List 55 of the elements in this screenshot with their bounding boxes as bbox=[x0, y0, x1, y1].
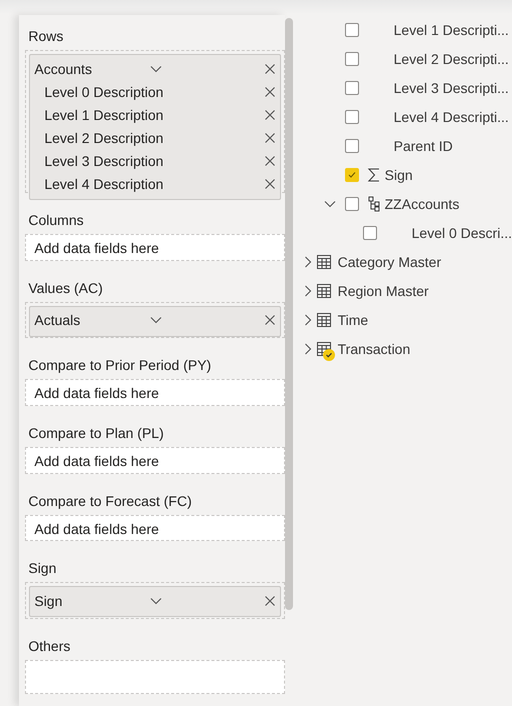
checkbox[interactable] bbox=[362, 226, 377, 240]
well-label: Sign bbox=[27, 559, 58, 578]
field-name: Level 0 Description bbox=[44, 84, 164, 100]
well-label: Compare to Forecast (FC) bbox=[27, 492, 193, 511]
field-name: Level 1 Description bbox=[44, 106, 164, 122]
field-name[interactable]: Level 4 Descripti... bbox=[394, 108, 509, 124]
field-name[interactable]: Level 2 Descripti... bbox=[394, 50, 509, 66]
close-icon[interactable] bbox=[264, 154, 276, 166]
field-name[interactable]: Level 1 Descripti... bbox=[394, 22, 509, 38]
checkbox[interactable] bbox=[344, 22, 359, 36]
drop-well[interactable]: Add data fields here bbox=[25, 446, 285, 474]
field-name: Level 2 Description bbox=[44, 130, 164, 146]
close-icon[interactable] bbox=[264, 108, 276, 120]
field-name: Level 3 Description bbox=[44, 152, 164, 168]
drop-well[interactable]: Add data fields here bbox=[25, 234, 285, 260]
well-label: Rows bbox=[27, 27, 64, 46]
field-name[interactable]: Parent ID bbox=[394, 138, 453, 154]
well-label: Others bbox=[27, 637, 72, 656]
sigma-icon bbox=[366, 166, 381, 182]
table-icon bbox=[316, 312, 332, 328]
close-icon[interactable] bbox=[264, 86, 276, 98]
field-name: Accounts bbox=[34, 60, 93, 76]
close-icon[interactable] bbox=[264, 314, 276, 326]
table-icon bbox=[316, 282, 332, 298]
close-icon[interactable] bbox=[264, 178, 276, 190]
table-icon bbox=[316, 254, 332, 270]
field-name: Actuals bbox=[34, 312, 82, 328]
checkbox[interactable] bbox=[344, 168, 359, 182]
close-icon[interactable] bbox=[264, 594, 276, 607]
check-icon bbox=[348, 170, 356, 178]
table-name[interactable]: Category Master bbox=[338, 254, 442, 270]
well-label: Compare to Plan (PL) bbox=[27, 424, 165, 443]
drop-well[interactable]: Add data fields here bbox=[25, 514, 285, 542]
checkbox[interactable] bbox=[344, 80, 359, 94]
checkbox[interactable] bbox=[344, 110, 359, 124]
close-icon[interactable] bbox=[264, 62, 276, 74]
well-label: Compare to Prior Period (PY) bbox=[27, 356, 212, 376]
table-name[interactable]: Transaction bbox=[338, 340, 410, 356]
drop-well[interactable]: Add data fields here bbox=[25, 379, 285, 406]
checkbox[interactable] bbox=[344, 52, 359, 66]
close-icon[interactable] bbox=[264, 132, 276, 144]
checkbox[interactable] bbox=[344, 196, 359, 210]
table-name[interactable]: Region Master bbox=[338, 282, 429, 298]
table-icon bbox=[316, 340, 332, 356]
field-name: Level 4 Description bbox=[44, 176, 164, 192]
checkbox[interactable] bbox=[344, 138, 359, 152]
table-name[interactable]: Time bbox=[338, 312, 368, 328]
well-label: Values (AC) bbox=[27, 278, 104, 298]
well-label: Columns bbox=[27, 210, 85, 230]
field-name[interactable]: ZZAccounts bbox=[384, 196, 460, 212]
field-name[interactable]: Sign bbox=[384, 166, 413, 182]
hierarchy-icon bbox=[366, 196, 381, 212]
field-name[interactable]: Level 0 Descri... bbox=[412, 224, 512, 240]
field-name[interactable]: Level 3 Descripti... bbox=[394, 80, 509, 96]
field-name: Sign bbox=[34, 592, 64, 609]
